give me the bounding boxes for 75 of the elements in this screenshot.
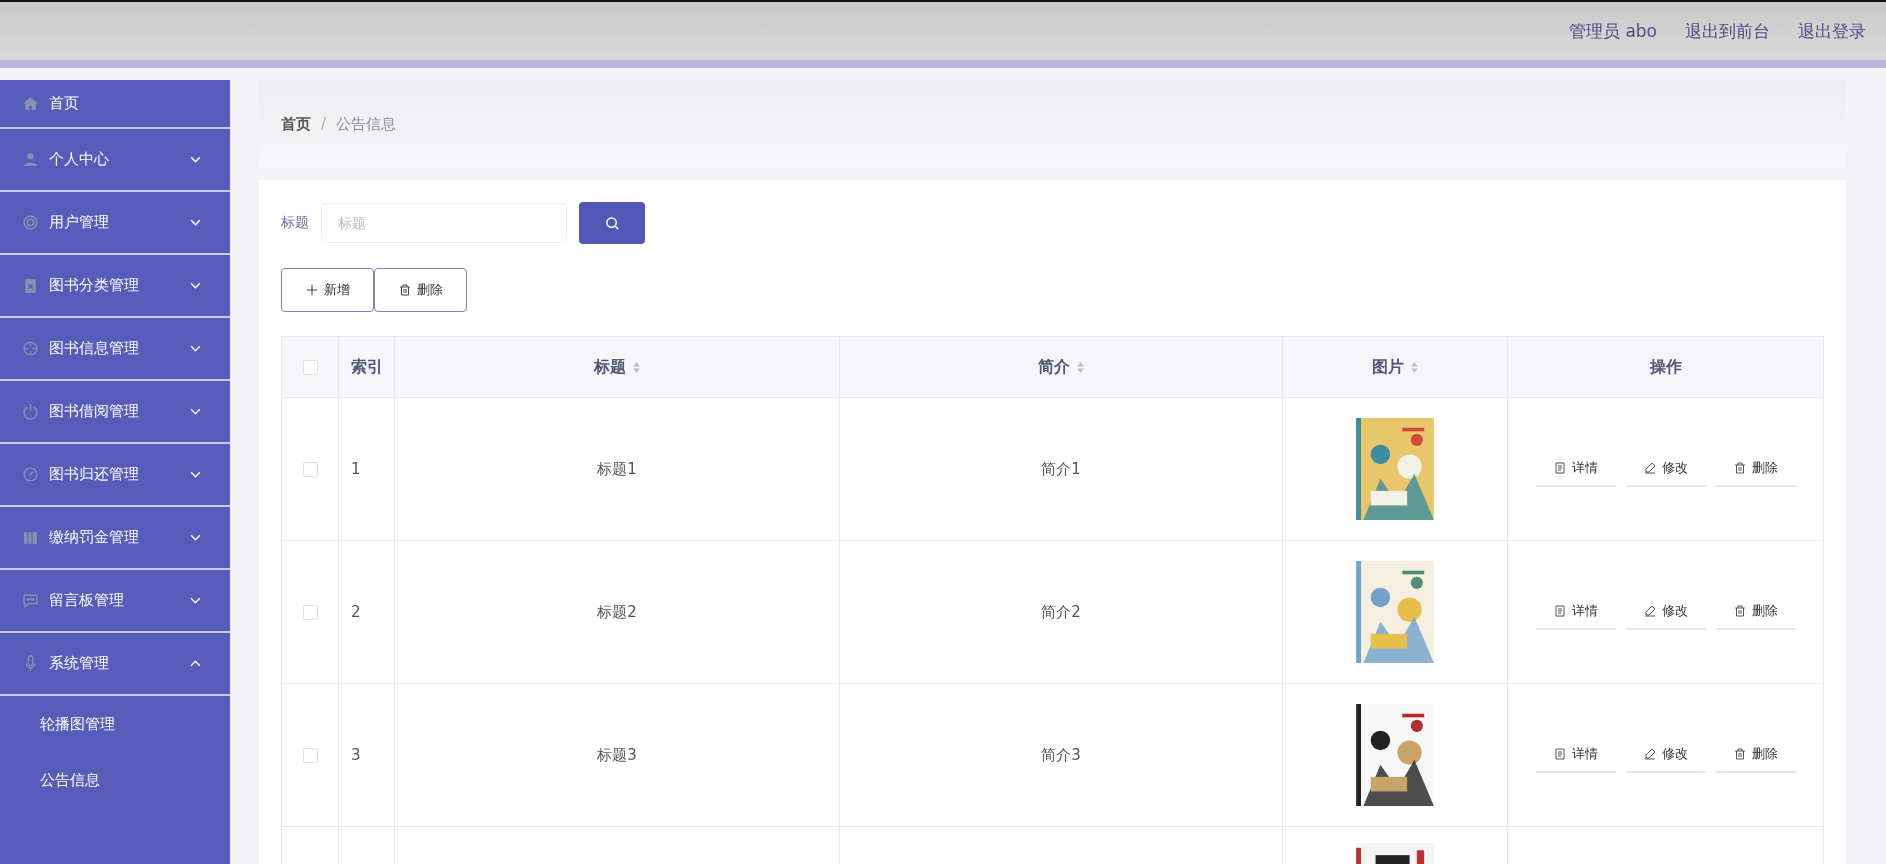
sidebar-item[interactable]: 图书借阅管理 (0, 381, 230, 444)
sidebar-item[interactable]: 图书归还管理 (0, 444, 230, 507)
book-icon (22, 529, 39, 546)
column-header[interactable]: 图片 (1371, 356, 1419, 378)
pencil-icon (1643, 462, 1656, 474)
column-header: 索引 (350, 356, 383, 378)
pencil-icon (1643, 605, 1656, 617)
table-cell: 2 (351, 603, 361, 621)
select-all-checkbox[interactable] (302, 359, 318, 375)
chat-icon (22, 592, 39, 609)
row-checkbox[interactable] (302, 747, 318, 763)
column-header[interactable]: 简介 (1037, 356, 1085, 378)
submenu-item[interactable]: 公告信息 (0, 752, 230, 808)
row-checkbox[interactable] (302, 604, 318, 620)
header-link[interactable]: 管理员 abo (1569, 19, 1657, 43)
sidebar-item[interactable]: 个人中心 (0, 129, 230, 192)
table-cell: 3 (351, 746, 361, 764)
sidebar-item[interactable]: 首页 (0, 80, 230, 129)
sort-icon (631, 360, 641, 374)
trash-icon (1733, 462, 1746, 474)
trash-icon (1733, 605, 1746, 617)
breadcrumb-separator: / (321, 115, 327, 133)
search-field[interactable]: 标题 (321, 203, 567, 243)
sidebar-item[interactable]: 系统管理 (0, 633, 230, 696)
table-cell: 简介2 (1041, 602, 1081, 622)
compass-icon (22, 466, 39, 483)
sidebar-item[interactable]: 用户管理 (0, 192, 230, 255)
sort-icon (1075, 360, 1085, 374)
add-button[interactable]: 新增 (281, 268, 374, 312)
breadcrumb-item[interactable]: 首页 (281, 114, 311, 134)
trash-icon (398, 284, 411, 296)
menu-label: 留言板管理 (49, 591, 125, 610)
pencil-icon (1643, 748, 1656, 760)
header-link[interactable]: 退出登录 (1798, 19, 1866, 43)
menu-label: 缴纳罚金管理 (49, 528, 140, 547)
power-icon (22, 403, 39, 420)
sidebar-item[interactable]: 留言板管理 (0, 570, 230, 633)
breadcrumb-item[interactable]: 公告信息 (336, 114, 397, 134)
menu-label: 图书信息管理 (49, 339, 140, 358)
column-header: 操作 (1649, 356, 1682, 378)
table-cell: 标题2 (597, 602, 637, 622)
user-icon (22, 151, 39, 168)
row-checkbox[interactable] (302, 461, 318, 477)
sidebar-item[interactable]: 图书分类管理 (0, 255, 230, 318)
document-icon (1553, 462, 1566, 474)
menu-label: 用户管理 (49, 213, 110, 232)
menu-label: 个人中心 (49, 150, 110, 169)
menu-label: 图书归还管理 (49, 465, 140, 484)
search-label: 标题 (281, 214, 309, 232)
sidebar-item[interactable]: 图书信息管理 (0, 318, 230, 381)
table-cell: 简介3 (1041, 745, 1081, 765)
menu-label: 系统管理 (49, 654, 110, 673)
header-link[interactable]: 退出到前台 (1685, 19, 1770, 43)
sort-icon (1409, 360, 1419, 374)
document-icon (1553, 605, 1566, 617)
plus-icon (305, 284, 318, 296)
home-icon (22, 95, 39, 112)
search-icon (604, 215, 620, 231)
submenu-item[interactable]: 轮播图管理 (0, 696, 230, 752)
menu-label: 图书借阅管理 (49, 402, 140, 421)
delete-button[interactable]: 删除 (374, 268, 467, 312)
trash-icon (1733, 748, 1746, 760)
menu-label: 图书分类管理 (49, 276, 140, 295)
clipboard-icon (22, 277, 39, 294)
search-button[interactable] (579, 202, 645, 244)
column-header[interactable]: 标题 (593, 356, 641, 378)
ring-icon (22, 214, 39, 231)
sidebar-item[interactable]: 缴纳罚金管理 (0, 507, 230, 570)
table-cell: 标题1 (597, 459, 637, 479)
table-cell: 标题3 (597, 745, 637, 765)
crosshair-icon (22, 340, 39, 357)
document-icon (1553, 748, 1566, 760)
menu-label: 首页 (49, 94, 80, 113)
table-cell: 1 (351, 460, 361, 478)
table-cell: 简介1 (1041, 459, 1081, 479)
